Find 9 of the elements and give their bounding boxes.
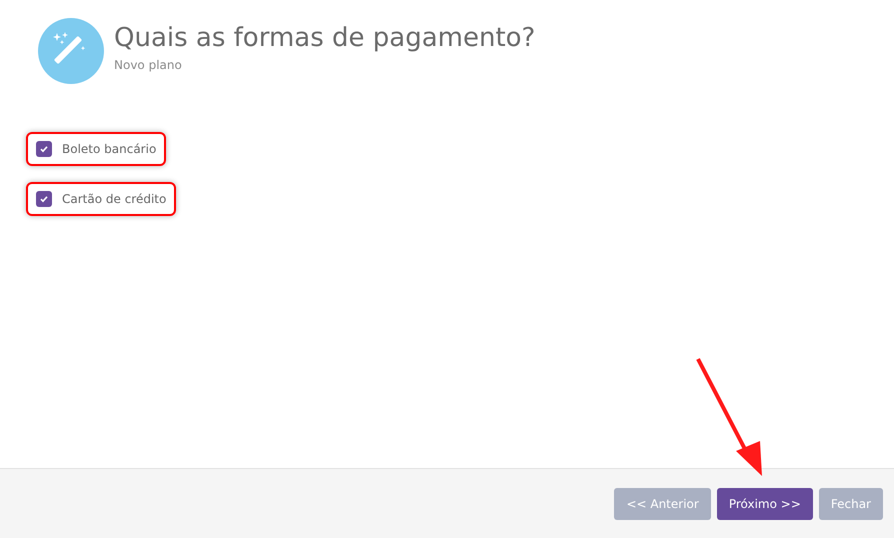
checkbox[interactable] — [36, 141, 52, 157]
page-subtitle: Novo plano — [114, 58, 183, 72]
page-title: Quais as formas de pagamento? — [114, 22, 536, 54]
checkbox[interactable] — [36, 191, 52, 207]
check-icon — [39, 194, 49, 204]
check-icon — [39, 144, 49, 154]
checkbox-label: Cartão de crédito — [62, 192, 166, 206]
checkbox-label: Boleto bancário — [62, 142, 156, 156]
next-button[interactable]: Próximo >> — [716, 488, 813, 520]
